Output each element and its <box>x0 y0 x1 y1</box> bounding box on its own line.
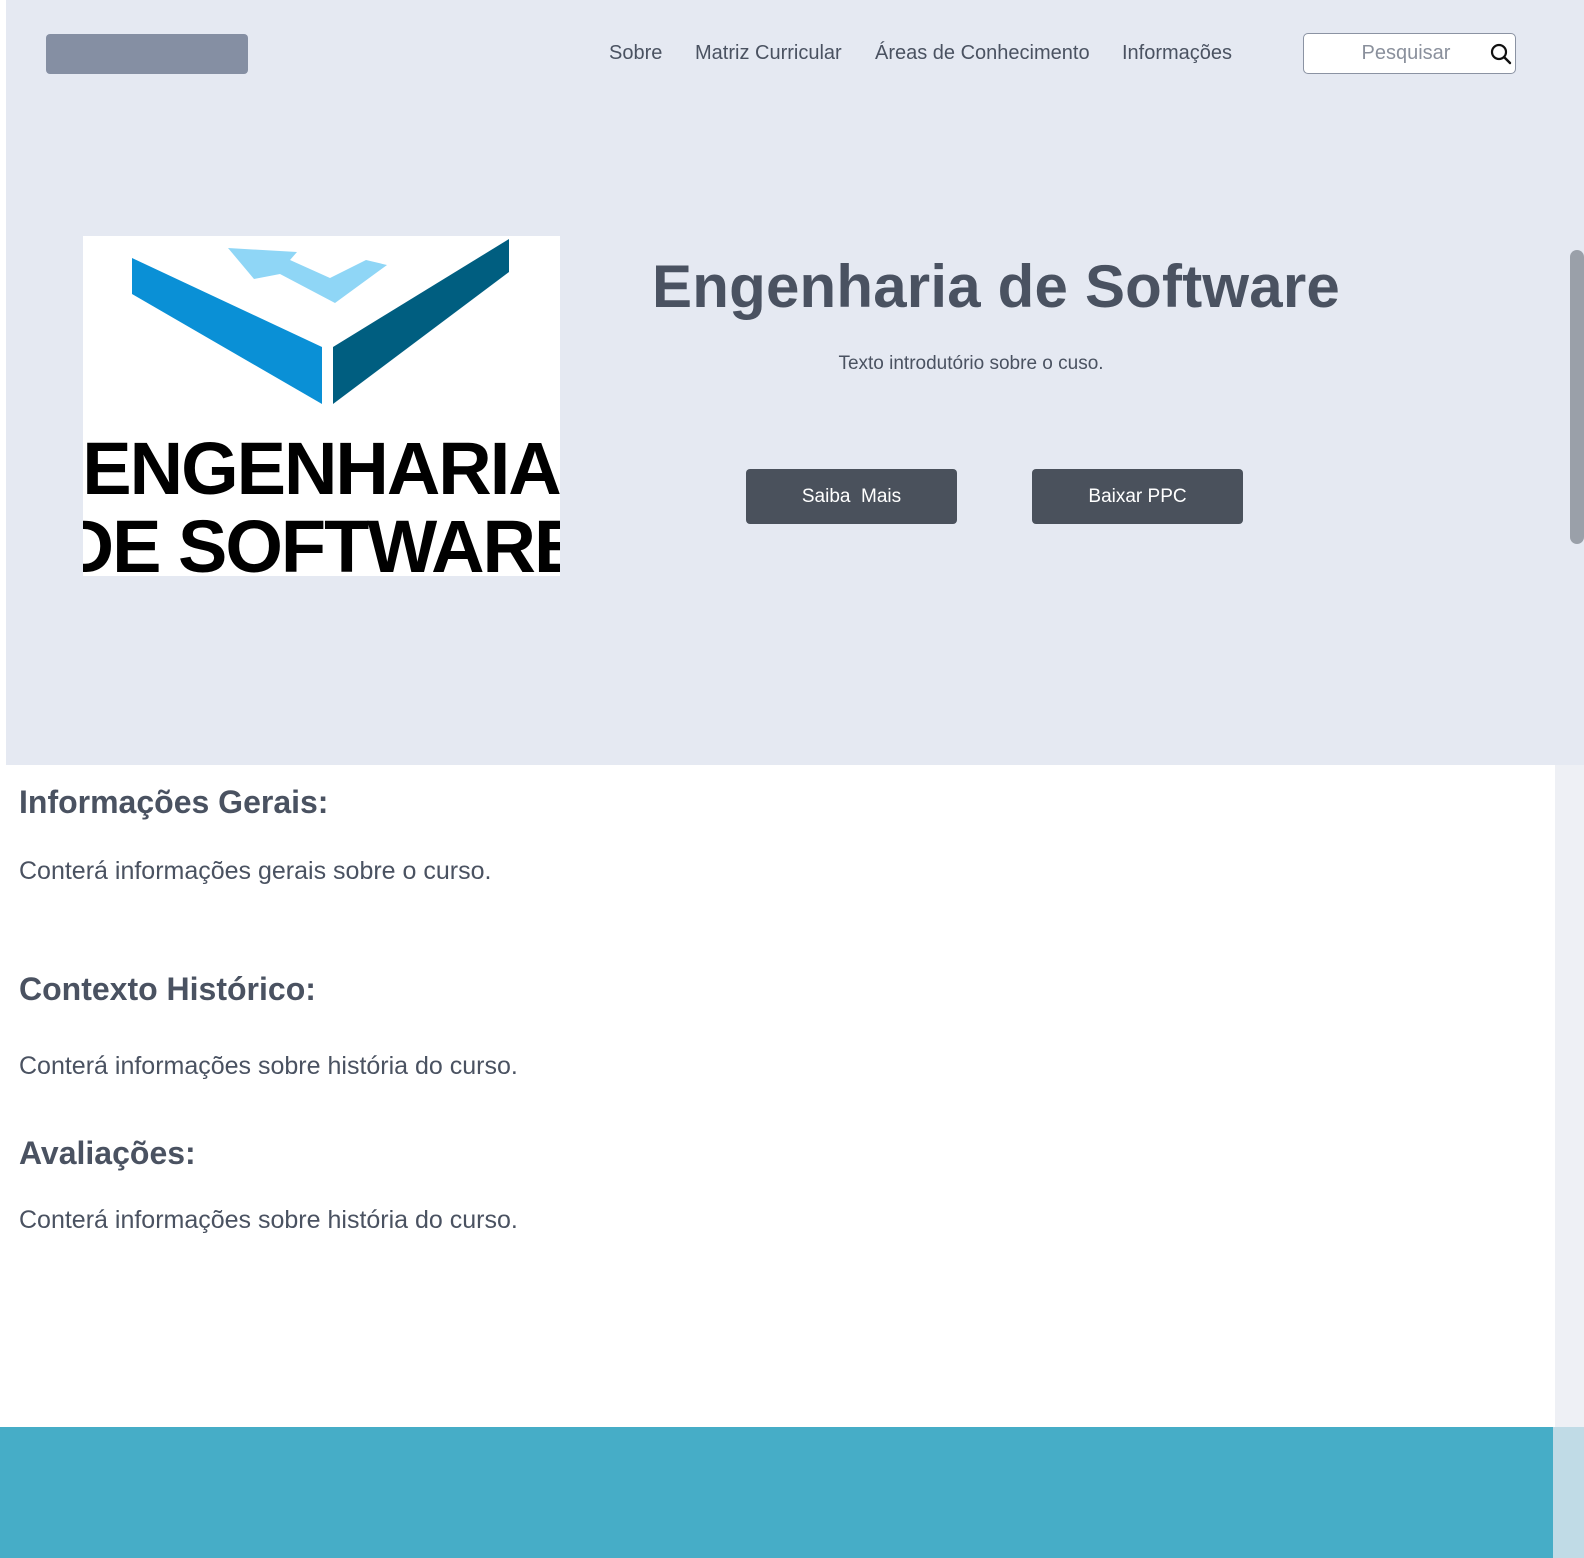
hero-subtitle: Texto introdutório sobre o cuso. <box>838 353 1104 374</box>
brand-placeholder[interactable] <box>46 34 248 74</box>
logo-text-line2: DE SOFTWARE <box>83 505 560 576</box>
logo-text-line1: ENGENHARIA <box>83 427 560 510</box>
footer-scrollbar-track <box>1553 1427 1584 1558</box>
section-text-avaliacoes: Conterá informações sobre história do cu… <box>19 1206 518 1234</box>
section-text-informacoes-gerais: Conterá informações gerais sobre o curso… <box>19 857 492 885</box>
footer <box>0 1427 1553 1558</box>
nav-link-matriz-curricular[interactable]: Matriz Curricular <box>695 42 842 65</box>
scrollbar-thumb[interactable] <box>1570 250 1584 544</box>
hero-section: Sobre Matriz Curricular Áreas de Conheci… <box>6 0 1584 765</box>
main-content: Informações Gerais: Conterá informações … <box>0 765 1555 1427</box>
section-heading-informacoes-gerais: Informações Gerais: <box>19 784 329 820</box>
nav-link-areas-de-conhecimento[interactable]: Áreas de Conhecimento <box>875 42 1090 65</box>
baixar-ppc-button[interactable]: Baixar PPC <box>1032 469 1243 524</box>
saiba-mais-button[interactable]: Saiba Mais <box>746 469 957 524</box>
section-heading-avaliacoes: Avaliações: <box>19 1135 196 1171</box>
search-icon[interactable] <box>1489 42 1513 66</box>
nav-link-informacoes[interactable]: Informações <box>1122 42 1232 65</box>
search-input[interactable] <box>1305 35 1485 72</box>
section-text-contexto-historico: Conterá informações sobre história do cu… <box>19 1052 518 1080</box>
search-box <box>1303 33 1516 74</box>
section-heading-contexto-historico: Contexto Histórico: <box>19 971 316 1007</box>
nav-link-sobre[interactable]: Sobre <box>609 42 662 65</box>
course-logo: ENGENHARIA DE SOFTWARE <box>61 236 583 588</box>
scrollbar-track <box>1555 765 1584 1427</box>
page-title: Engenharia de Software <box>652 253 1340 320</box>
